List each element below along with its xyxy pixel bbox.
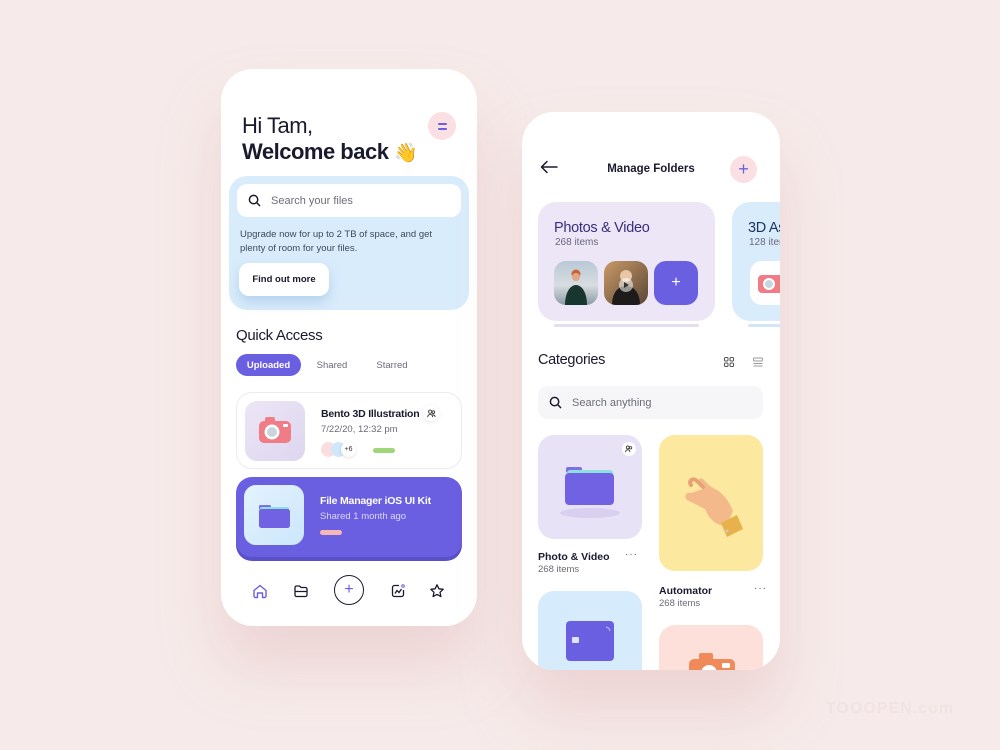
star-icon — [430, 584, 444, 598]
add-button[interactable]: + — [334, 575, 364, 605]
tab-shared[interactable]: Shared — [307, 354, 357, 376]
nav-folders[interactable] — [286, 576, 316, 606]
tag-bar — [373, 448, 395, 453]
file-name: Bento 3D Illustration — [321, 408, 420, 420]
home-screen: Hi Tam, Welcome back 👋 Upgrade now for u… — [221, 69, 477, 626]
add-folder-button[interactable]: + — [730, 156, 757, 183]
file-thumbnail — [245, 401, 305, 461]
play-icon — [612, 270, 640, 305]
list-view-button[interactable] — [752, 355, 764, 367]
folder-count: 268 items — [555, 237, 599, 248]
card-indicator — [748, 324, 780, 327]
search-input[interactable] — [271, 194, 441, 207]
folder-icon — [259, 505, 290, 528]
folder-title: 3D Assets — [748, 220, 780, 236]
grid-icon — [724, 357, 734, 367]
credit-card-icon — [566, 621, 614, 661]
wave-icon: 👋 — [394, 143, 418, 164]
grid-view-button[interactable] — [723, 355, 735, 367]
file-shared-time: Shared 1 month ago — [320, 511, 407, 522]
home-icon — [253, 584, 267, 599]
file-thumbnail — [244, 485, 304, 545]
camera-icon — [758, 275, 780, 293]
file-card[interactable]: Bento 3D Illustration 7/22/20, 12:32 pm … — [236, 392, 462, 469]
tab-uploaded[interactable]: Uploaded — [236, 354, 301, 376]
promo-card: Upgrade now for up to 2 TB of space, and… — [229, 176, 469, 310]
search-icon — [549, 396, 562, 409]
plus-icon: + — [738, 159, 749, 179]
category-tile-cards[interactable] — [538, 591, 642, 670]
categories-title: Categories — [538, 352, 606, 368]
category-tile-camera[interactable] — [659, 625, 763, 670]
more-options-button[interactable]: ··· — [625, 549, 638, 560]
folder-count: 128 items — [749, 237, 780, 248]
quick-access-title: Quick Access — [236, 327, 323, 344]
camera-3d-icon — [689, 653, 735, 670]
members-count: +6 — [341, 442, 356, 457]
nav-home[interactable] — [245, 576, 275, 606]
shared-users-icon[interactable] — [423, 405, 439, 421]
category-search-input[interactable] — [572, 396, 742, 409]
add-to-folder-button[interactable]: + — [654, 261, 698, 305]
category-search-bar[interactable] — [538, 386, 763, 419]
tag-bar — [320, 530, 342, 535]
folder-icon — [294, 585, 308, 598]
search-icon — [248, 194, 261, 207]
greeting: Hi Tam, — [242, 113, 313, 138]
promo-text: Upgrade now for up to 2 TB of space, and… — [240, 229, 433, 254]
welcome-heading: Welcome back 👋 — [242, 139, 418, 165]
category-count: 268 items — [659, 598, 701, 609]
file-date: 7/22/20, 12:32 pm — [321, 424, 398, 435]
tab-starred[interactable]: Starred — [367, 354, 417, 376]
hamburger-icon-line — [437, 127, 447, 130]
person-photo-icon — [565, 269, 587, 305]
hand-3d-icon — [685, 477, 743, 537]
file-card-selected[interactable]: File Manager iOS UI Kit Shared 1 month a… — [236, 477, 462, 557]
more-options-button[interactable]: ··· — [754, 583, 767, 594]
nav-starred[interactable] — [422, 576, 452, 606]
shared-users-icon — [622, 442, 636, 456]
file-name: File Manager iOS UI Kit — [320, 495, 431, 507]
video-thumbnail[interactable] — [604, 261, 648, 305]
category-tile-photo-video[interactable] — [538, 435, 642, 539]
welcome-text: Welcome back — [242, 139, 389, 164]
plus-icon: + — [671, 274, 681, 291]
folder-card[interactable]: 3D Assets 128 items — [732, 202, 780, 321]
camera-icon — [259, 417, 291, 443]
nav-activity[interactable] — [383, 576, 413, 606]
list-icon — [753, 357, 763, 367]
add-icon: + — [344, 581, 354, 598]
category-count: 268 items — [538, 564, 580, 575]
menu-button[interactable] — [428, 112, 456, 140]
folder-card[interactable]: Photos & Video 268 items + — [538, 202, 715, 321]
category-tile-automator[interactable] — [659, 435, 763, 571]
activity-icon — [391, 584, 405, 598]
category-name: Automator — [659, 585, 713, 597]
watermark: TOOOPEN.com — [826, 700, 955, 717]
card-indicator — [554, 324, 699, 327]
photo-thumbnail[interactable] — [750, 261, 780, 305]
photo-thumbnail[interactable] — [554, 261, 598, 305]
find-out-more-button[interactable]: Find out more — [239, 263, 329, 296]
category-name: Photo & Video — [538, 551, 610, 563]
manage-folders-screen: Manage Folders + Photos & Video 268 item… — [522, 112, 780, 670]
hamburger-icon — [437, 122, 447, 125]
folder-title: Photos & Video — [554, 220, 650, 236]
search-bar[interactable] — [237, 184, 461, 217]
